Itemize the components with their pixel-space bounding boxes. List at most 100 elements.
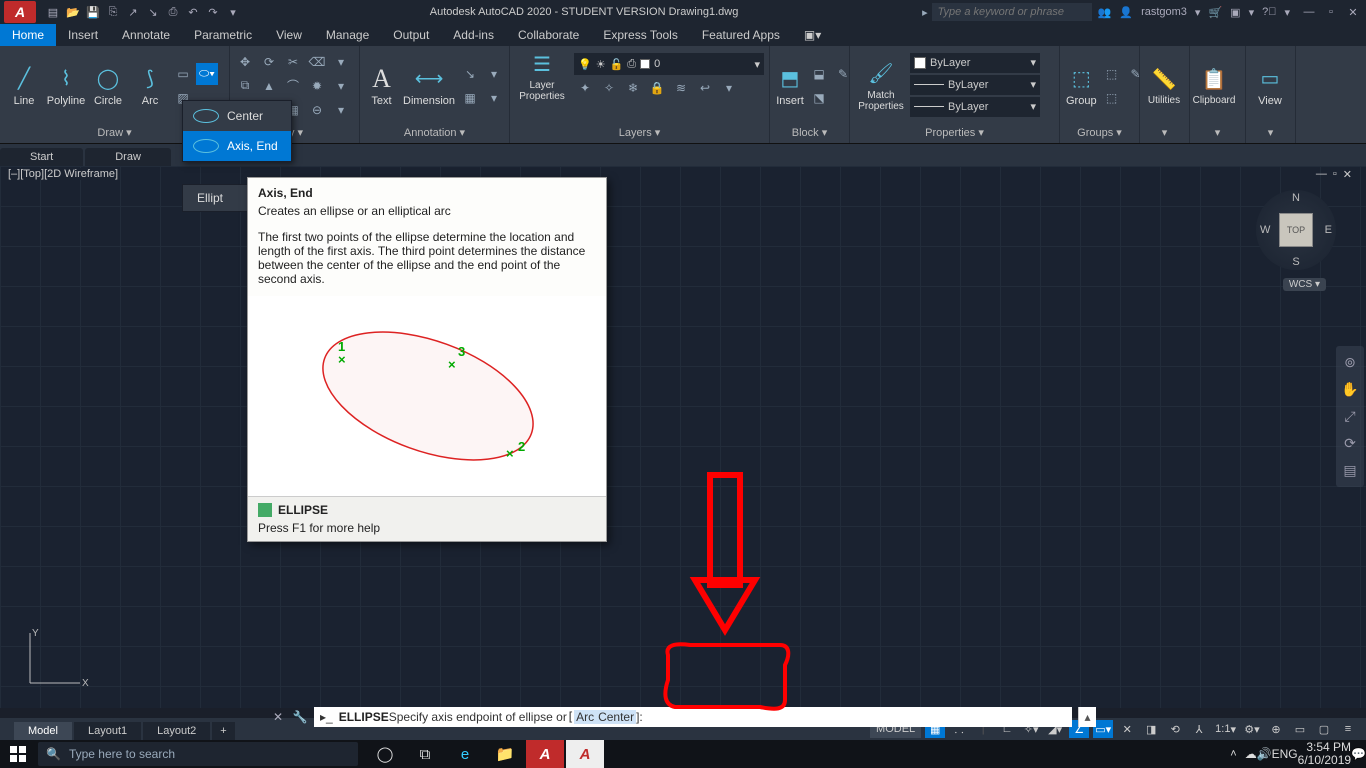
modify3-icon[interactable]: ▾ bbox=[330, 99, 352, 121]
status-scale[interactable]: 1:1▾ bbox=[1213, 720, 1238, 738]
cmd-close-icon[interactable]: ✕ bbox=[270, 709, 286, 725]
tray-clock[interactable]: 3:54 PM6/10/2019 bbox=[1298, 741, 1351, 767]
mirror-icon[interactable]: ▲ bbox=[258, 75, 280, 97]
wcs-label[interactable]: WCS ▾ bbox=[1283, 278, 1326, 291]
layer-properties-button[interactable]: ☰Layer Properties bbox=[514, 48, 570, 104]
taskview-icon[interactable]: ⧉ bbox=[406, 740, 444, 768]
layer-combo[interactable]: 💡☀🔓⎙0▾ bbox=[574, 53, 764, 75]
ellipse-center-item[interactable]: Center bbox=[183, 101, 291, 131]
search-input[interactable] bbox=[932, 3, 1092, 21]
nav-orbit-icon[interactable]: ⟳ bbox=[1344, 435, 1356, 452]
offset-icon[interactable]: ⊖ bbox=[306, 99, 328, 121]
filetab-drawing1[interactable]: Draw bbox=[85, 148, 171, 166]
close-button[interactable]: ✕ bbox=[1344, 4, 1362, 20]
status-trans-icon[interactable]: ◨ bbox=[1141, 720, 1161, 738]
panel-annotation-title[interactable]: Annotation ▾ bbox=[364, 123, 505, 141]
tray-up-icon[interactable]: ˄ bbox=[1230, 748, 1236, 760]
filetab-start[interactable]: Start bbox=[0, 148, 83, 166]
layer-iso-icon[interactable]: ✧ bbox=[598, 77, 620, 99]
erase-icon[interactable]: ⌫ bbox=[306, 51, 328, 73]
text-button[interactable]: AText bbox=[364, 63, 399, 109]
user-menu-icon[interactable]: ▾ bbox=[1195, 6, 1201, 19]
ungroup-icon[interactable]: ⬚ bbox=[1101, 63, 1123, 85]
help-menu-icon[interactable]: ▾ bbox=[1284, 6, 1290, 19]
start-button[interactable] bbox=[0, 740, 36, 768]
panel-properties-title[interactable]: Properties ▾ bbox=[854, 123, 1055, 141]
edge-icon[interactable]: e bbox=[446, 740, 484, 768]
fillet-icon[interactable]: ⌒ bbox=[282, 75, 304, 97]
qat-open-icon[interactable]: 📂 bbox=[64, 3, 82, 21]
qat-web-icon[interactable]: ↗ bbox=[124, 3, 142, 21]
group-sel-icon[interactable]: ⬚ bbox=[1101, 87, 1123, 109]
ellipse-axis-end-item[interactable]: Axis, End bbox=[183, 131, 291, 161]
cortana-icon[interactable]: ◯ bbox=[366, 740, 404, 768]
nav-pan-icon[interactable]: ✋ bbox=[1341, 381, 1358, 398]
viewcube-n[interactable]: N bbox=[1292, 192, 1300, 204]
arc-button[interactable]: ⟆Arc bbox=[130, 63, 170, 109]
modify1-icon[interactable]: ▾ bbox=[330, 51, 352, 73]
vp-min-icon[interactable]: — bbox=[1316, 168, 1327, 181]
ellipse-arc-item[interactable]: Ellipt bbox=[182, 184, 252, 212]
layer-off-icon[interactable]: ✦ bbox=[574, 77, 596, 99]
status-ws-icon[interactable]: ⊕ bbox=[1266, 720, 1286, 738]
tab-annotate[interactable]: Annotate bbox=[110, 24, 182, 46]
utilities-button[interactable]: 📏Utilities bbox=[1144, 63, 1184, 108]
insert-button[interactable]: ⬒Insert bbox=[774, 63, 806, 109]
dropdown-icon[interactable]: ▾ bbox=[1249, 6, 1255, 19]
cmd-opt-arc[interactable]: Arc bbox=[574, 710, 596, 724]
user-icon[interactable]: 👤 bbox=[1119, 6, 1133, 19]
status-gear-icon[interactable]: ⚙▾ bbox=[1242, 720, 1262, 738]
viewcube[interactable]: TOP N S E W bbox=[1256, 190, 1336, 270]
tab-view[interactable]: View bbox=[264, 24, 314, 46]
attr-icon[interactable]: ⬔ bbox=[808, 87, 830, 109]
taskbar-search[interactable]: 🔍Type here to search bbox=[38, 742, 358, 766]
rect-icon[interactable]: ▭ bbox=[172, 63, 194, 85]
explorer-icon[interactable]: 📁 bbox=[486, 740, 524, 768]
status-cycle-icon[interactable]: ⟲ bbox=[1165, 720, 1185, 738]
viewcube-e[interactable]: E bbox=[1325, 224, 1332, 236]
nav-show-icon[interactable]: ▤ bbox=[1343, 462, 1356, 479]
line-button[interactable]: ╱Line bbox=[4, 63, 44, 109]
layer-match-icon[interactable]: ≋ bbox=[670, 77, 692, 99]
panel-block-title[interactable]: Block ▾ bbox=[774, 123, 845, 141]
panel-layers-title[interactable]: Layers ▾ bbox=[514, 123, 765, 141]
tray-lang[interactable]: ENG bbox=[1272, 747, 1298, 761]
dimension-button[interactable]: ⟷Dimension bbox=[401, 63, 457, 109]
table-icon[interactable]: ▦ bbox=[459, 87, 481, 109]
qat-save-icon[interactable]: 💾 bbox=[84, 3, 102, 21]
tab-home[interactable]: Home bbox=[0, 24, 56, 46]
status-lwt-icon[interactable]: ✕ bbox=[1117, 720, 1137, 738]
vp-max-icon[interactable]: ▫ bbox=[1333, 168, 1337, 181]
status-clean-icon[interactable]: ▢ bbox=[1314, 720, 1334, 738]
polyline-button[interactable]: ⌇Polyline bbox=[46, 63, 86, 109]
autocad-task-icon[interactable]: A bbox=[526, 740, 564, 768]
qat-saveas-icon[interactable]: ⎘ bbox=[104, 3, 122, 21]
exchange-icon[interactable]: 🛒 bbox=[1208, 6, 1222, 19]
cmd-opt-center[interactable]: Center bbox=[596, 710, 636, 724]
tab-express[interactable]: Express Tools bbox=[591, 24, 689, 46]
tab-insert[interactable]: Insert bbox=[56, 24, 110, 46]
create-block-icon[interactable]: ⬓ bbox=[808, 63, 830, 85]
linetype-combo[interactable]: ByLayer▾ bbox=[910, 97, 1040, 117]
layer-frz-icon[interactable]: ❄ bbox=[622, 77, 644, 99]
ellipse-split[interactable]: ⬭▾ bbox=[196, 63, 218, 85]
username[interactable]: rastgom3 bbox=[1141, 6, 1187, 18]
status-monitor-icon[interactable]: ▭ bbox=[1290, 720, 1310, 738]
layer-prev-icon[interactable]: ↩ bbox=[694, 77, 716, 99]
viewport-label[interactable]: [–][Top][2D Wireframe] bbox=[6, 168, 120, 180]
command-input[interactable]: ▸_ ELLIPSE Specify axis endpoint of elli… bbox=[314, 707, 1072, 727]
app-logo[interactable]: A bbox=[4, 1, 36, 23]
tab-collaborate[interactable]: Collaborate bbox=[506, 24, 591, 46]
help-icon[interactable]: ?⃝ bbox=[1262, 6, 1276, 18]
group-button[interactable]: ⬚Group bbox=[1064, 63, 1099, 109]
restore-button[interactable]: ▫ bbox=[1322, 4, 1340, 20]
clipboard-button[interactable]: 📋Clipboard bbox=[1194, 63, 1234, 108]
explode-icon[interactable]: ✹ bbox=[306, 75, 328, 97]
view-button[interactable]: ▭View bbox=[1250, 63, 1290, 109]
tab-parametric[interactable]: Parametric bbox=[182, 24, 264, 46]
drawing-canvas[interactable]: [–][Top][2D Wireframe] — ▫ ✕ TOP N S E W… bbox=[0, 166, 1366, 708]
viewcube-top[interactable]: TOP bbox=[1279, 213, 1313, 247]
status-custom-icon[interactable]: ≡ bbox=[1338, 720, 1358, 738]
circle-button[interactable]: ◯Circle bbox=[88, 63, 128, 109]
qat-more-icon[interactable]: ▾ bbox=[224, 3, 242, 21]
